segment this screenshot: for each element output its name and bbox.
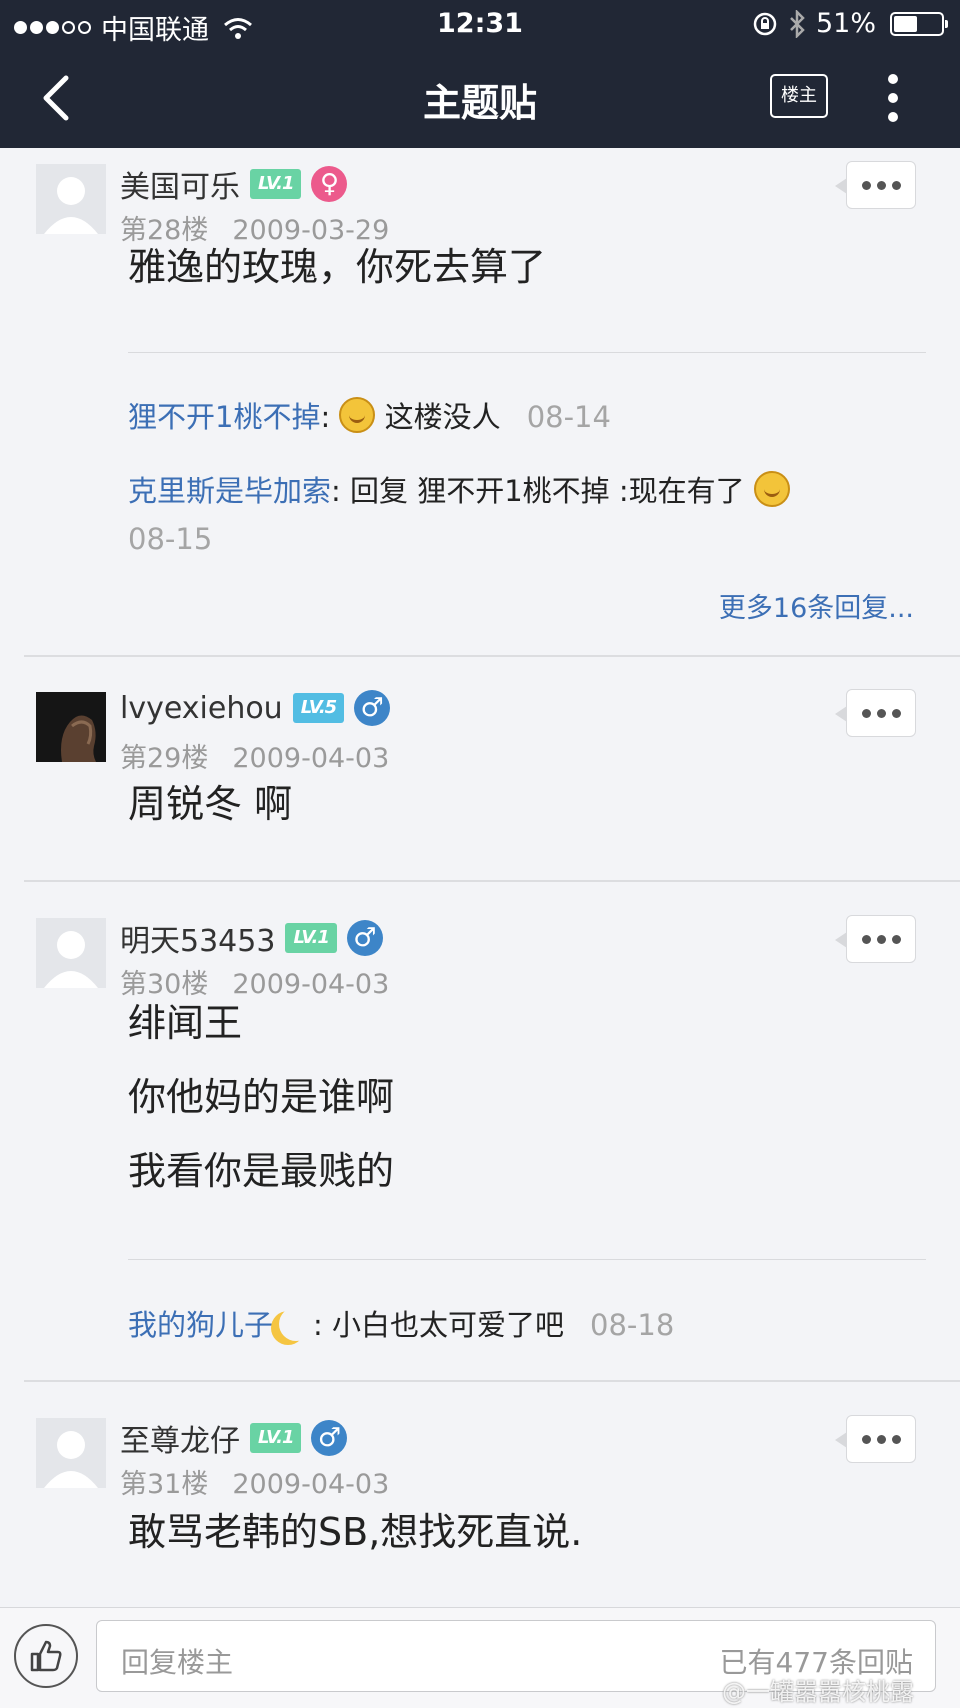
watermark: @一罐嚣嚣核桃露 [722, 1678, 914, 1706]
smile-emoji-icon [339, 397, 376, 433]
top-bar: 中国联通 12:31 51% 主题贴 楼主 [0, 0, 960, 148]
level-badge: LV.5 [292, 693, 345, 723]
more-replies-link[interactable]: 更多16条回复... [719, 586, 914, 625]
replies-divider [128, 1259, 926, 1260]
username[interactable]: 至尊龙仔 [120, 1416, 240, 1460]
reply-text: 这楼没人 [384, 400, 501, 434]
username[interactable]: 明天53453 [120, 916, 275, 960]
male-gender-icon: ♂ [346, 920, 383, 956]
battery-icon [890, 11, 948, 36]
reply-time: 08-14 [526, 400, 611, 434]
post-floor-29: lvyexiehou LV.5 ♂ 第29楼 2009-04-03 周锐冬 啊 [0, 657, 960, 881]
reply-time: 08-18 [590, 1308, 675, 1342]
post-content: 周锐冬 啊 [128, 767, 292, 841]
post-floor-30: 明天53453 LV.1 ♂ 第30楼 2009-04-03 绯闻王 你他妈的是谁… [0, 882, 960, 1380]
content-line: 周锐冬 啊 [128, 782, 293, 826]
moon-emoji-icon [279, 1307, 313, 1341]
reply-item[interactable]: 克里斯是毕加索: 回复 狸不开1桃不掉 :现在有了 [128, 468, 790, 510]
female-gender-icon: ♀ [311, 166, 348, 202]
post-more-button[interactable] [835, 689, 916, 737]
reply-author[interactable]: 克里斯是毕加索 [128, 474, 331, 508]
reply-text: 回复 狸不开1桃不掉 :现在有了 [350, 474, 745, 508]
content-line: 敢骂老韩的SB,想找死直说. [128, 1510, 583, 1554]
avatar[interactable] [36, 164, 106, 234]
battery-percent: 51% [815, 8, 876, 39]
post-more-button[interactable] [835, 161, 916, 209]
bluetooth-icon [790, 9, 805, 38]
content-line: 我看你是最贱的 [128, 1149, 395, 1193]
op-only-button[interactable]: 楼主 [770, 74, 828, 118]
post-floor-28: 美国可乐 LV.1 ♀ 第28楼 2009-03-29 雅逸的玫瑰，你死去算了 狸… [0, 148, 960, 656]
level-badge: LV.1 [285, 923, 337, 953]
post-content: 绯闻王 你他妈的是谁啊 我看你是最贱的 [128, 986, 394, 1208]
male-gender-icon: ♂ [354, 690, 391, 726]
level-badge: LV.1 [250, 169, 302, 199]
post-floor-31: 至尊龙仔 LV.1 ♂ 第31楼 2009-04-03 敢骂老韩的SB,想找死直说… [0, 1382, 960, 1607]
like-button[interactable] [14, 1624, 78, 1688]
avatar[interactable] [36, 918, 106, 988]
username[interactable]: 美国可乐 [120, 162, 240, 206]
male-gender-icon: ♂ [311, 1420, 348, 1456]
content-line: 你他妈的是谁啊 [128, 1075, 395, 1119]
replies-divider [128, 352, 926, 353]
status-bar: 中国联通 12:31 51% [0, 0, 960, 48]
reply-author[interactable]: 我的狗儿子 [128, 1308, 273, 1342]
reply-item[interactable]: 我的狗儿子: 小白也太可爱了吧 08-18 [128, 1302, 674, 1344]
level-badge: LV.1 [250, 1423, 302, 1453]
username[interactable]: lvyexiehou [120, 691, 283, 726]
smile-emoji-icon [753, 471, 790, 507]
reply-time: 08-15 [128, 522, 213, 556]
thumbs-up-icon [30, 1640, 62, 1672]
reply-separator: : [331, 474, 341, 508]
reply-separator: : [320, 400, 331, 434]
post-content: 敢骂老韩的SB,想找死直说. [128, 1495, 582, 1569]
post-content: 雅逸的玫瑰，你死去算了 [128, 230, 546, 304]
more-options-icon[interactable] [880, 74, 906, 122]
avatar[interactable] [36, 692, 106, 762]
post-more-button[interactable] [835, 1415, 916, 1463]
reply-text: 小白也太可爱了吧 [332, 1308, 565, 1342]
post-more-button[interactable] [835, 915, 916, 963]
avatar[interactable] [36, 1418, 106, 1488]
content-line: 绯闻王 [128, 1001, 243, 1045]
rotation-lock-icon [753, 12, 777, 35]
reply-separator: : [313, 1308, 323, 1342]
battery-level [894, 15, 917, 32]
reply-item[interactable]: 狸不开1桃不掉: 这楼没人 08-14 [128, 394, 611, 436]
reply-author[interactable]: 狸不开1桃不掉 [128, 400, 320, 434]
content-line: 雅逸的玫瑰，你死去算了 [128, 245, 547, 289]
reply-input-placeholder: 回复楼主 [121, 1646, 234, 1679]
navigation-bar: 主题贴 楼主 [0, 48, 960, 148]
